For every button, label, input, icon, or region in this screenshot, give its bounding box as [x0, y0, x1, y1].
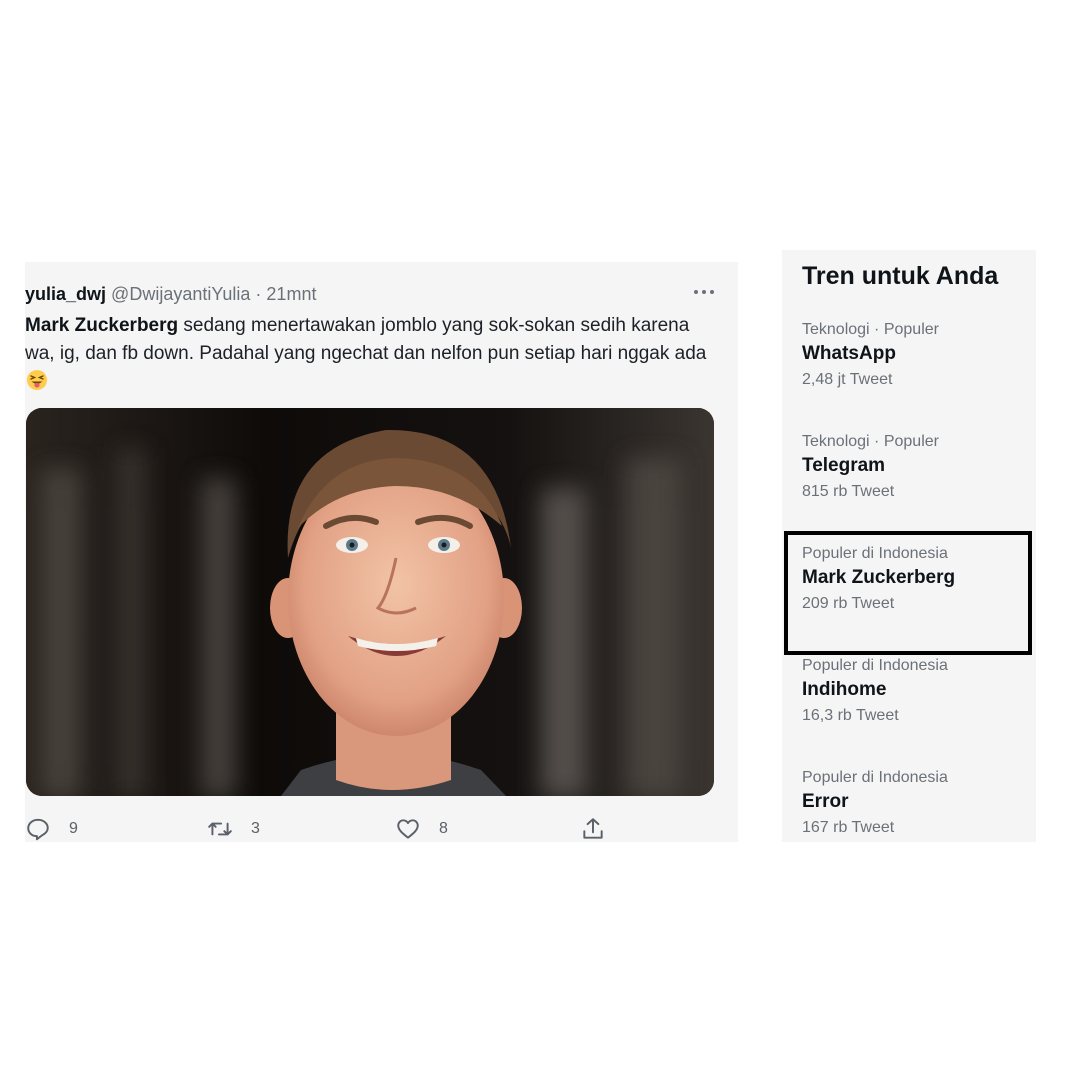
tweet-author-handle[interactable]: @DwijayantiYulia: [111, 284, 250, 304]
reply-button[interactable]: 9: [25, 814, 78, 842]
trend-meta: Teknologi · Populer: [802, 321, 939, 338]
screenshot-canvas: yulia_dwj @DwijayantiYulia · 21mnt Mark …: [0, 0, 1080, 1080]
trend-name: Indihome: [802, 679, 887, 700]
retweet-button[interactable]: 3: [207, 814, 260, 842]
trends-panel: Tren untuk Anda Teknologi · Populer What…: [782, 250, 1036, 842]
like-count: 8: [439, 820, 448, 837]
tweet-card[interactable]: yulia_dwj @DwijayantiYulia · 21mnt Mark …: [25, 262, 738, 842]
header-separator: ·: [255, 284, 262, 304]
trend-name: WhatsApp: [802, 343, 896, 364]
trend-item-mark-zuckerberg[interactable]: Populer di Indonesia Mark Zuckerberg 209…: [802, 544, 1032, 634]
trend-count: 167 rb Tweet: [802, 819, 895, 836]
portrait-photo: [26, 408, 714, 796]
trend-count: 815 rb Tweet: [802, 483, 895, 500]
trend-name: Error: [802, 791, 849, 812]
like-button[interactable]: 8: [395, 814, 448, 842]
share-button[interactable]: [580, 814, 624, 842]
trend-item-whatsapp[interactable]: Teknologi · Populer WhatsApp 2,48 jt Twe…: [802, 320, 1032, 410]
tweet-text-bold: Mark Zuckerberg: [25, 315, 179, 336]
tweet-actions: 9 3 8: [25, 814, 725, 842]
tweet-photo[interactable]: [26, 408, 714, 796]
reply-count: 9: [69, 820, 78, 837]
trend-item-error[interactable]: Populer di Indonesia Error 167 rb Tweet: [802, 768, 1032, 842]
retweet-icon: [208, 822, 232, 836]
trend-count: 16,3 rb Tweet: [802, 707, 899, 724]
reply-icon: [27, 818, 49, 841]
trend-name: Mark Zuckerberg: [802, 567, 956, 588]
tweet-author-name[interactable]: yulia_dwj: [25, 284, 106, 304]
squinting-face-with-tongue-icon: [26, 369, 48, 391]
retweet-count: 3: [251, 820, 260, 837]
trend-meta: Populer di Indonesia: [802, 545, 948, 562]
tweet-header: yulia_dwj @DwijayantiYulia · 21mnt: [25, 282, 725, 306]
trend-count: 209 rb Tweet: [802, 595, 895, 612]
trend-name: Telegram: [802, 455, 886, 476]
trend-count: 2,48 jt Tweet: [802, 371, 893, 388]
tweet-text: Mark Zuckerberg sedang menertawakan jomb…: [25, 312, 715, 396]
more-options-icon[interactable]: [692, 284, 716, 298]
tweet-timestamp[interactable]: 21mnt: [266, 284, 316, 304]
trend-meta: Populer di Indonesia: [802, 657, 948, 674]
heart-icon: [397, 819, 419, 839]
trend-item-indihome[interactable]: Populer di Indonesia Indihome 16,3 rb Tw…: [802, 656, 1032, 746]
trend-meta: Teknologi · Populer: [802, 433, 939, 450]
trend-item-telegram[interactable]: Teknologi · Populer Telegram 815 rb Twee…: [802, 432, 1032, 522]
share-icon: [583, 818, 603, 839]
trend-meta: Populer di Indonesia: [802, 769, 948, 786]
trends-title: Tren untuk Anda: [802, 262, 999, 290]
